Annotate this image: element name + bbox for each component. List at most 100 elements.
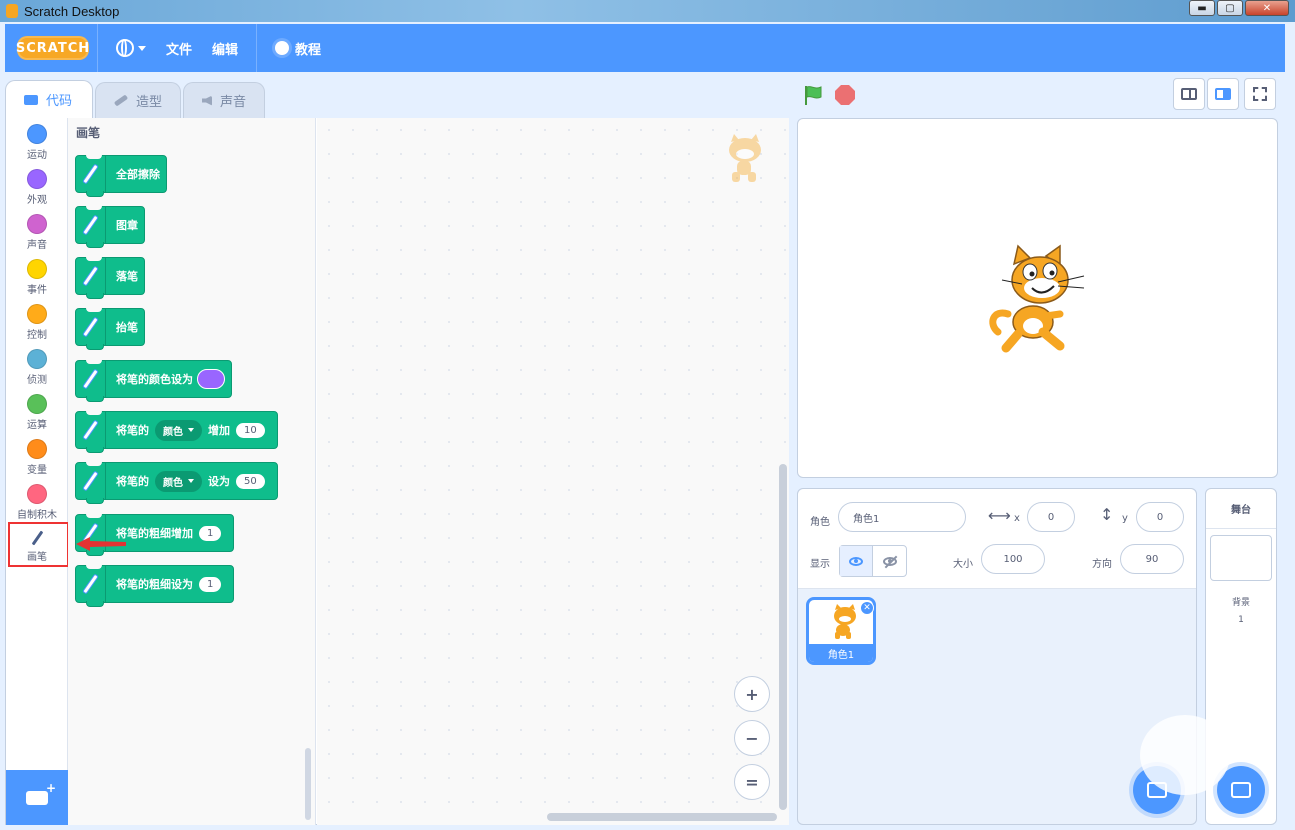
backdrop-thumbnail[interactable] — [1210, 535, 1272, 581]
block-text: 将笔的粗细设为 — [116, 578, 193, 591]
y-label: y — [1122, 513, 1128, 524]
tab-label: 代码 — [46, 94, 73, 109]
category-control[interactable]: 控制 — [6, 302, 68, 346]
menu-divider — [256, 24, 258, 72]
category-dot — [27, 484, 47, 504]
category-operators[interactable]: 运算 — [6, 392, 68, 436]
pen-icon — [76, 411, 106, 449]
pen-icon — [76, 308, 106, 346]
script-workspace[interactable]: + − = — [317, 118, 789, 825]
chevron-down-icon — [188, 479, 194, 483]
palette-scrollbar[interactable] — [305, 748, 311, 820]
block-change-pen-param[interactable]: 将笔的 颜色 增加 10 — [75, 411, 278, 453]
category-dot — [27, 259, 47, 279]
tab-code[interactable]: 代码 — [5, 80, 93, 118]
sprite-cat-icon — [729, 134, 761, 182]
category-sound[interactable]: 声音 — [6, 212, 68, 256]
sprite-info: 角色 角色1 ⟷ x 0 ↕ y 0 显示 大小 100 方向 90 — [798, 489, 1196, 589]
workspace-vertical-scrollbar[interactable] — [779, 464, 787, 810]
scratch-logo[interactable]: SCRATCH — [16, 36, 89, 60]
speaker-icon — [202, 95, 213, 106]
code-icon — [24, 94, 38, 105]
param-dropdown[interactable]: 颜色 — [155, 470, 202, 492]
block-pen-down[interactable]: 落笔 — [75, 257, 145, 299]
chevron-down-icon — [138, 45, 146, 51]
file-menu[interactable]: 文件 — [156, 24, 202, 72]
category-label: 运算 — [27, 420, 47, 431]
category-motion[interactable]: 运动 — [6, 122, 68, 166]
category-label: 自制积木 — [17, 510, 57, 521]
green-flag-button[interactable] — [803, 85, 823, 105]
category-events[interactable]: 事件 — [6, 257, 68, 301]
sprite-name-input[interactable]: 角色1 — [838, 502, 966, 532]
minimize-button[interactable]: ▬ — [1189, 0, 1215, 16]
block-text: 增加 — [208, 424, 230, 437]
language-menu[interactable] — [106, 24, 156, 72]
category-dot — [27, 349, 47, 369]
category-label: 运动 — [27, 150, 47, 161]
block-text: 全部擦除 — [116, 168, 160, 181]
fullscreen-button[interactable] — [1244, 78, 1276, 110]
close-button[interactable]: ✕ — [1245, 0, 1289, 16]
category-looks[interactable]: 外观 — [6, 167, 68, 211]
tab-costumes[interactable]: 造型 — [95, 82, 182, 118]
block-text: 图章 — [116, 219, 138, 232]
size-input[interactable]: 100 — [981, 544, 1045, 574]
block-text: 抬笔 — [116, 321, 138, 334]
stop-button[interactable] — [835, 85, 855, 105]
x-label: x — [1014, 513, 1020, 524]
sprite-thumbnail-label: 角色1 — [809, 644, 873, 662]
edit-menu[interactable]: 编辑 — [202, 24, 248, 72]
delete-sprite-button[interactable]: ✕ — [860, 601, 874, 615]
stage[interactable] — [797, 118, 1278, 478]
color-picker[interactable] — [197, 369, 225, 389]
zoom-reset-button[interactable]: = — [734, 764, 770, 800]
maximize-button[interactable]: ▢ — [1217, 0, 1243, 16]
category-label: 侦测 — [27, 375, 47, 386]
tab-label: 声音 — [220, 95, 247, 110]
category-label: 事件 — [27, 285, 47, 296]
fullscreen-icon — [1253, 87, 1267, 101]
block-clear[interactable]: 全部擦除 — [75, 155, 167, 197]
number-input[interactable]: 10 — [236, 422, 265, 438]
category-dot — [27, 304, 47, 324]
block-set-pen-param[interactable]: 将笔的 颜色 设为 50 — [75, 462, 278, 504]
small-stage-button[interactable] — [1173, 78, 1205, 110]
block-text: 将笔的 — [116, 475, 149, 488]
param-dropdown[interactable]: 颜色 — [155, 419, 202, 441]
large-stage-button[interactable] — [1207, 78, 1239, 110]
number-input[interactable]: 1 — [199, 525, 222, 541]
brush-icon — [113, 94, 129, 107]
category-dot — [27, 214, 47, 234]
large-stage-icon — [1215, 88, 1231, 100]
add-extension-button[interactable] — [6, 770, 68, 825]
hide-button[interactable] — [873, 546, 906, 576]
category-variables[interactable]: 变量 — [6, 437, 68, 481]
x-input[interactable]: 0 — [1027, 502, 1075, 532]
size-label: 大小 — [953, 559, 973, 570]
block-stamp[interactable]: 图章 — [75, 206, 145, 248]
code-editor: 运动 外观 声音 事件 控制 侦测 运算 变量 自制积木 画笔 + 画笔 全部擦… — [5, 118, 789, 825]
cat-sprite[interactable] — [988, 244, 1088, 354]
horizontal-arrows-icon: ⟷ — [988, 506, 1011, 525]
zoom-in-button[interactable]: + — [734, 676, 770, 712]
tab-sounds[interactable]: 声音 — [183, 82, 266, 118]
window-title: Scratch Desktop — [24, 3, 120, 19]
block-text: 设为 — [208, 475, 230, 488]
number-input[interactable]: 1 — [199, 576, 222, 592]
tutorials-menu[interactable]: 教程 — [265, 24, 331, 72]
workspace-horizontal-scrollbar[interactable] — [547, 813, 777, 821]
block-set-pen-color[interactable]: 将笔的颜色设为 — [75, 360, 232, 402]
show-button[interactable] — [840, 546, 874, 576]
block-text: 将笔的颜色设为 — [116, 373, 193, 386]
zoom-out-button[interactable]: − — [734, 720, 770, 756]
y-input[interactable]: 0 — [1136, 502, 1184, 532]
direction-input[interactable]: 90 — [1120, 544, 1184, 574]
block-set-pen-size[interactable]: 将笔的粗细设为 1 — [75, 565, 235, 607]
small-stage-icon — [1181, 88, 1197, 100]
annotation-arrow-icon — [76, 537, 126, 551]
block-pen-up[interactable]: 抬笔 — [75, 308, 145, 350]
number-input[interactable]: 50 — [236, 473, 265, 489]
category-my-blocks[interactable]: 自制积木 — [6, 482, 68, 526]
category-sensing[interactable]: 侦测 — [6, 347, 68, 391]
